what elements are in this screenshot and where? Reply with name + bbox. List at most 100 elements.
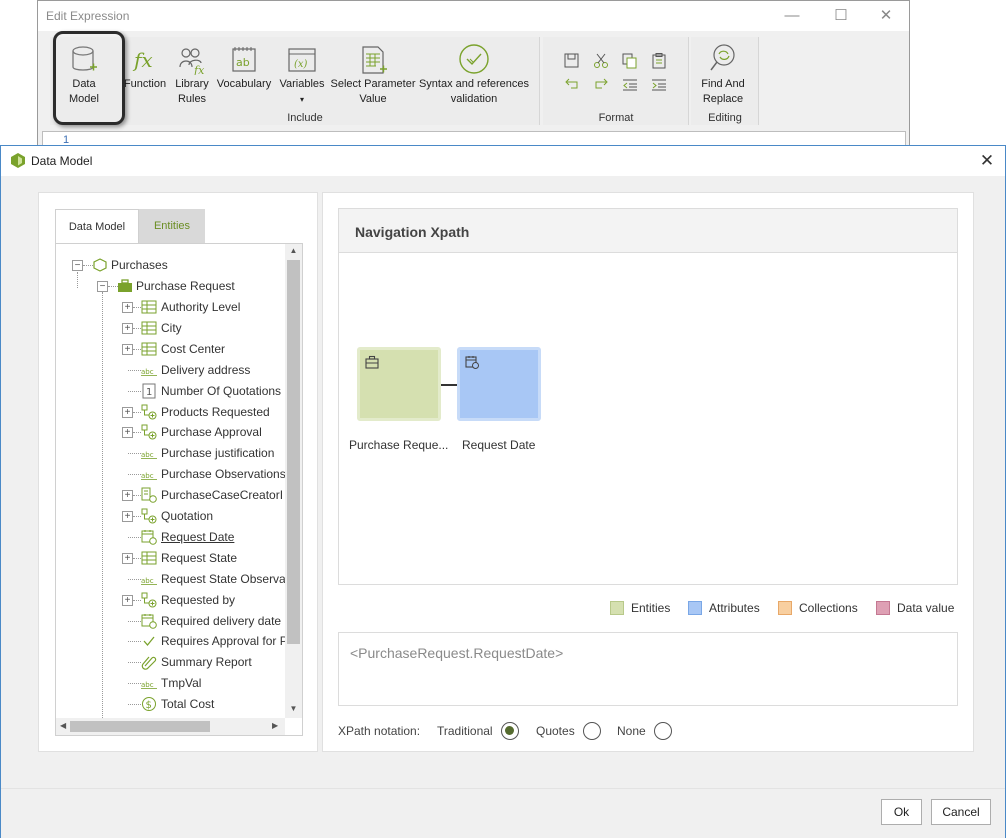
tree-item-label: Summary Report	[161, 655, 252, 669]
library-rules-button[interactable]: fx Library Rules	[168, 45, 216, 107]
tree-item-label: Quotation	[161, 509, 214, 523]
find-replace-button[interactable]: Find And Replace	[693, 43, 753, 107]
tab-data-model[interactable]: Data Model	[55, 209, 139, 243]
tree-item[interactable]: City	[161, 318, 182, 338]
function-button[interactable]: fx Function	[120, 45, 170, 92]
select-parameter-label-1: Select Parameter	[330, 78, 416, 90]
save-icon[interactable]	[563, 53, 581, 69]
indent-icon[interactable]	[650, 77, 668, 93]
tree-item[interactable]: Summary Report	[161, 652, 252, 672]
tree-item[interactable]: Request State Observa	[161, 569, 286, 589]
tree-item[interactable]: Requested by	[161, 590, 235, 610]
horizontal-scroll-thumb[interactable]	[70, 721, 210, 732]
tree-item[interactable]: Required delivery date	[161, 611, 281, 631]
cut-icon[interactable]	[592, 53, 610, 69]
expand-icon[interactable]: +	[122, 344, 133, 355]
vocabulary-button[interactable]: ab Vocabulary	[214, 45, 274, 92]
tree-item-root[interactable]: Purchases	[111, 255, 168, 275]
horizontal-scrollbar[interactable]: ◀ ▶	[56, 718, 285, 735]
ok-button[interactable]: Ok	[881, 799, 922, 825]
tree-item[interactable]: Purchase Approval	[161, 422, 262, 442]
tree-item[interactable]: Products Requested	[161, 402, 270, 422]
notation-none-radio[interactable]	[654, 722, 672, 740]
maximize-icon[interactable]: ☐	[831, 7, 851, 25]
attribute-node[interactable]	[457, 347, 541, 421]
select-parameter-button[interactable]: Select Parameter Value	[330, 45, 416, 107]
legend-swatch	[876, 601, 890, 615]
tree-item[interactable]: Total Cost	[161, 694, 214, 714]
tree-item-label: Purchase Approval	[161, 425, 262, 439]
tree-branch	[128, 662, 141, 663]
tree-item[interactable]: Quotation	[161, 506, 213, 526]
tree-item[interactable]: Delivery address	[161, 360, 250, 380]
tree-guide	[102, 292, 103, 722]
tree-item-label: Number Of Quotations	[161, 384, 282, 398]
syntax-validation-button[interactable]: Syntax and references validation	[416, 43, 532, 107]
notation-traditional-radio[interactable]	[501, 722, 519, 740]
vertical-scroll-thumb[interactable]	[287, 260, 300, 644]
collapse-icon[interactable]: −	[72, 260, 83, 271]
table-icon	[141, 321, 157, 335]
screen: Edit Expression — ☐ ✕ Data Model fx Func…	[0, 0, 1006, 838]
tree-item-label: Authority Level	[161, 300, 241, 314]
tree-item[interactable]: TmpVal	[161, 673, 201, 693]
tree-branch	[133, 349, 141, 350]
dialog-titlebar: Data Model ✕	[1, 146, 1005, 176]
vocabulary-label: Vocabulary	[216, 78, 272, 90]
data-model-dialog: Data Model ✕ Data Model Entities − Purcha…	[0, 145, 1006, 838]
dialog-close-icon[interactable]: ✕	[977, 151, 997, 171]
vertical-scrollbar[interactable]: ▲ ▼	[285, 244, 302, 718]
copy-icon[interactable]	[621, 53, 639, 69]
tree-branch	[128, 579, 141, 580]
scroll-up-icon[interactable]: ▲	[285, 246, 302, 255]
legend-label: Data value	[897, 601, 955, 615]
notation-quotes-radio[interactable]	[583, 722, 601, 740]
expand-icon[interactable]: +	[122, 323, 133, 334]
expand-icon[interactable]: +	[122, 511, 133, 522]
tree-item[interactable]: Purchase Observations	[161, 464, 286, 484]
variables-button[interactable]: (x) Variables ▾	[278, 45, 326, 107]
expand-icon[interactable]: +	[122, 407, 133, 418]
scroll-left-icon[interactable]: ◀	[60, 721, 66, 730]
expand-icon[interactable]: +	[122, 427, 133, 438]
expand-icon[interactable]: +	[122, 595, 133, 606]
tree-item-label: Delivery address	[161, 363, 251, 377]
doc-collection-icon	[141, 487, 157, 503]
function-label: Function	[123, 78, 167, 90]
cancel-button[interactable]: Cancel	[931, 799, 991, 825]
collapse-icon[interactable]: −	[97, 281, 108, 292]
tree-item-label: Purchase justification	[161, 446, 275, 460]
tree-item[interactable]: Cost Center	[161, 339, 225, 359]
tree-item[interactable]: Request State	[161, 548, 237, 568]
tree-item-entity[interactable]: Purchase Request	[136, 276, 235, 296]
xpath-field[interactable]: <PurchaseRequest.RequestDate>	[338, 632, 958, 706]
tree-item[interactable]: Requires Approval for P	[161, 631, 288, 651]
tree-item[interactable]: Authority Level	[161, 297, 240, 317]
scroll-down-icon[interactable]: ▼	[285, 704, 302, 713]
undo-icon[interactable]	[563, 77, 581, 93]
tree-item[interactable]: Number Of Quotations	[161, 381, 281, 401]
tree-item[interactable]: Purchase justification	[161, 443, 274, 463]
svg-text:ab: ab	[236, 56, 250, 69]
tree-item[interactable]: PurchaseCaseCreatorI	[161, 485, 283, 505]
tree-item-label: Requires Approval for P	[161, 634, 288, 648]
legend-swatch	[688, 601, 702, 615]
expand-icon[interactable]: +	[122, 553, 133, 564]
redo-icon[interactable]	[592, 77, 610, 93]
ribbon-toolbar: Data Model fx Function fx Library Rules …	[38, 35, 909, 128]
calendar-icon	[141, 530, 157, 545]
paste-icon[interactable]	[650, 53, 668, 69]
variables-dropdown-icon[interactable]: ▾	[300, 95, 304, 104]
outdent-icon[interactable]	[621, 77, 639, 93]
expand-icon[interactable]: +	[122, 302, 133, 313]
scroll-right-icon[interactable]: ▶	[272, 721, 278, 730]
tab-entities[interactable]: Entities	[139, 209, 205, 243]
tree-item[interactable]: Request Date	[161, 527, 234, 547]
expand-icon[interactable]: +	[122, 490, 133, 501]
function-icon: fx	[132, 48, 153, 72]
svg-text:fx: fx	[193, 64, 205, 75]
close-icon[interactable]: ✕	[876, 7, 896, 25]
tree-branch	[133, 328, 141, 329]
entity-node[interactable]	[357, 347, 441, 421]
minimize-icon[interactable]: —	[782, 7, 802, 25]
